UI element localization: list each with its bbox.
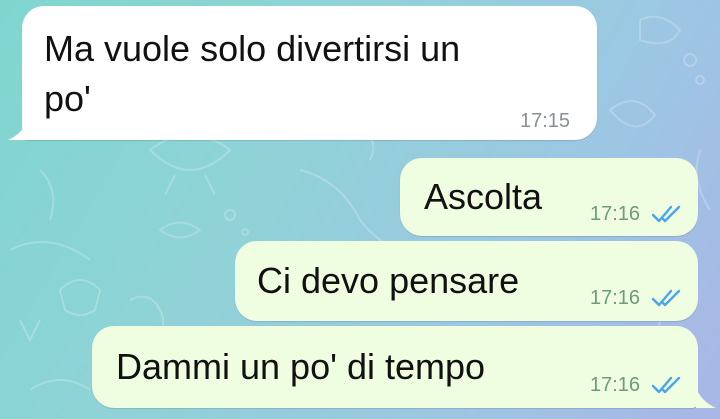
bubble-tail bbox=[8, 120, 28, 140]
message-text: po' bbox=[44, 78, 91, 119]
message-timestamp: 17:15 bbox=[520, 110, 571, 132]
message-text: Ascolta bbox=[424, 176, 543, 217]
message-text: Ma vuole solo divertirsi un bbox=[44, 28, 461, 69]
double-check-icon bbox=[651, 376, 681, 394]
double-check-icon bbox=[651, 289, 681, 307]
bubble-tail bbox=[696, 388, 716, 408]
double-check-icon bbox=[651, 205, 681, 223]
message-text: Ci devo pensare bbox=[257, 260, 520, 301]
message-timestamp: 17:16 bbox=[590, 374, 641, 396]
message-timestamp: 17:16 bbox=[590, 203, 641, 225]
message-text: Dammi un po' di tempo bbox=[116, 346, 486, 387]
message-timestamp: 17:16 bbox=[590, 287, 641, 309]
